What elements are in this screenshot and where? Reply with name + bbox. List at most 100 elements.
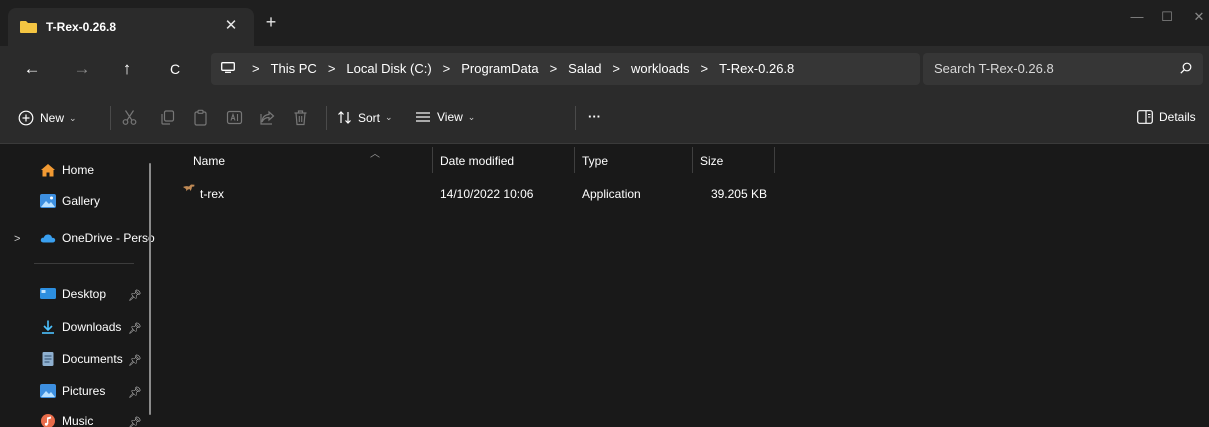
breadcrumb-separator: > [549, 61, 558, 76]
column-divider[interactable] [432, 147, 433, 173]
maximize-button[interactable]: ☐ [1159, 9, 1175, 25]
column-divider[interactable] [774, 147, 775, 173]
onedrive-cloud-icon [40, 234, 56, 243]
minimize-button[interactable]: — [1129, 9, 1145, 24]
new-label: New [40, 111, 65, 125]
pin-icon[interactable]: 📌︎ [128, 289, 142, 302]
folder-icon [20, 21, 37, 33]
document-icon [42, 352, 54, 366]
refresh-button[interactable]: C [165, 60, 185, 78]
chevron-right-icon[interactable]: > [14, 233, 20, 245]
breadcrumb-workloads[interactable]: workloads [631, 61, 690, 76]
chevron-down-icon: ⌄ [467, 111, 476, 122]
breadcrumb-separator: > [700, 61, 709, 76]
monitor-icon [221, 62, 235, 73]
address-bar[interactable]: > This PC > Local Disk (C:) > ProgramDat… [211, 53, 920, 85]
sidebar-item-home[interactable]: Home [40, 163, 94, 177]
view-button[interactable]: View ⌄ [415, 110, 475, 124]
column-divider[interactable] [692, 147, 693, 173]
delete-icon[interactable] [292, 109, 309, 126]
new-tab-button[interactable]: + [262, 13, 280, 31]
search-input[interactable]: Search T-Rex-0.26.8 [923, 53, 1203, 85]
sort-icon [338, 111, 351, 124]
sidebar-item-music[interactable]: Music [40, 414, 93, 427]
column-header-size[interactable]: Size [700, 154, 723, 168]
details-label: Details [1159, 110, 1196, 124]
navigation-pane: Home Gallery > OneDrive - Perso Desktop … [0, 145, 165, 427]
paste-icon[interactable] [192, 109, 209, 126]
toolbar-divider [326, 106, 327, 130]
breadcrumb-local-disk[interactable]: Local Disk (C:) [346, 61, 431, 76]
sidebar-item-gallery[interactable]: Gallery [40, 194, 100, 208]
breadcrumb-salad[interactable]: Salad [568, 61, 601, 76]
copy-icon[interactable] [159, 109, 176, 126]
toolbar-divider [575, 106, 576, 130]
search-icon[interactable] [1180, 62, 1192, 74]
pin-icon[interactable]: 📌︎ [128, 386, 142, 399]
sidebar-scrollbar[interactable] [149, 163, 151, 415]
more-options-button[interactable]: ··· [588, 109, 601, 124]
t-rex-app-icon [183, 184, 195, 192]
toolbar-divider [110, 106, 111, 130]
sidebar-item-label: Music [62, 414, 94, 427]
sidebar-item-onedrive[interactable]: OneDrive - Perso [40, 231, 155, 245]
sort-ascending-icon: ︿ [370, 149, 380, 160]
new-button[interactable]: New ⌄ [18, 110, 77, 126]
chevron-down-icon: ⌄ [69, 112, 77, 123]
sidebar-item-label: Downloads [62, 320, 122, 334]
column-divider[interactable] [574, 147, 575, 173]
column-header-type[interactable]: Type [582, 154, 608, 168]
pin-icon[interactable]: 📌︎ [128, 354, 142, 367]
cut-icon[interactable] [121, 109, 138, 126]
breadcrumb-separator: > [252, 61, 260, 76]
sidebar-item-label: Desktop [62, 287, 107, 301]
plus-circle-icon [18, 110, 34, 126]
breadcrumb-t-rex[interactable]: T-Rex-0.26.8 [719, 61, 794, 76]
column-header-name[interactable]: Name [193, 154, 225, 168]
home-icon [41, 164, 55, 177]
view-icon [416, 112, 430, 122]
file-size: 39.205 KB [710, 187, 767, 201]
back-button[interactable]: ← [22, 60, 42, 78]
view-label: View [437, 110, 463, 124]
title-bar: T-Rex-0.26.8 ✕ + — ☐ ✕ [0, 0, 1209, 46]
chevron-down-icon: ⌄ [385, 112, 393, 122]
close-window-button[interactable]: ✕ [1191, 9, 1207, 25]
column-header-date[interactable]: Date modified [440, 154, 514, 168]
file-date-modified: 14/10/2022 10:06 [440, 187, 534, 201]
sort-label: Sort [358, 110, 381, 125]
breadcrumb-separator: > [327, 61, 336, 76]
desktop-icon [40, 288, 56, 299]
command-bar: New ⌄ Sort ⌄ View ⌄ ··· Details [0, 94, 1209, 144]
details-pane-icon [1137, 110, 1153, 124]
sidebar-item-label: Pictures [62, 384, 106, 398]
forward-button[interactable]: → [72, 60, 92, 78]
sidebar-item-label: Gallery [62, 194, 101, 208]
details-button[interactable]: Details [1137, 110, 1196, 124]
download-icon [42, 320, 54, 334]
sidebar-divider [34, 263, 134, 264]
breadcrumb-this-pc[interactable]: This PC [271, 61, 317, 76]
picture-icon [40, 384, 56, 398]
rename-icon[interactable] [226, 109, 243, 126]
address-row: ← → ↑ C > This PC > Local Disk (C:) > Pr… [0, 46, 1209, 94]
file-list: ︿ Name Date modified Type Size t-rex 14/… [165, 145, 1209, 427]
sidebar-item-label: Documents [62, 352, 123, 366]
pin-icon[interactable]: 📌︎ [128, 322, 142, 335]
sidebar-item-pictures[interactable]: Pictures [40, 384, 105, 398]
sidebar-item-desktop[interactable]: Desktop [40, 287, 106, 301]
breadcrumb-separator: > [612, 61, 621, 76]
sidebar-item-documents[interactable]: Documents [40, 352, 123, 366]
music-icon [41, 414, 55, 427]
sidebar-item-label: OneDrive - Perso [62, 231, 155, 245]
pin-icon[interactable]: 📌︎ [128, 416, 142, 427]
gallery-icon [40, 194, 56, 208]
sort-button[interactable]: Sort ⌄ [337, 110, 393, 125]
up-button[interactable]: ↑ [117, 60, 137, 78]
share-icon[interactable] [259, 109, 276, 126]
tab-t-rex[interactable]: T-Rex-0.26.8 ✕ [8, 8, 254, 46]
breadcrumb-programdata[interactable]: ProgramData [461, 61, 538, 76]
file-name[interactable]: t-rex [200, 187, 224, 201]
sidebar-item-downloads[interactable]: Downloads [40, 320, 121, 334]
tab-close-icon[interactable]: ✕ [222, 16, 240, 34]
